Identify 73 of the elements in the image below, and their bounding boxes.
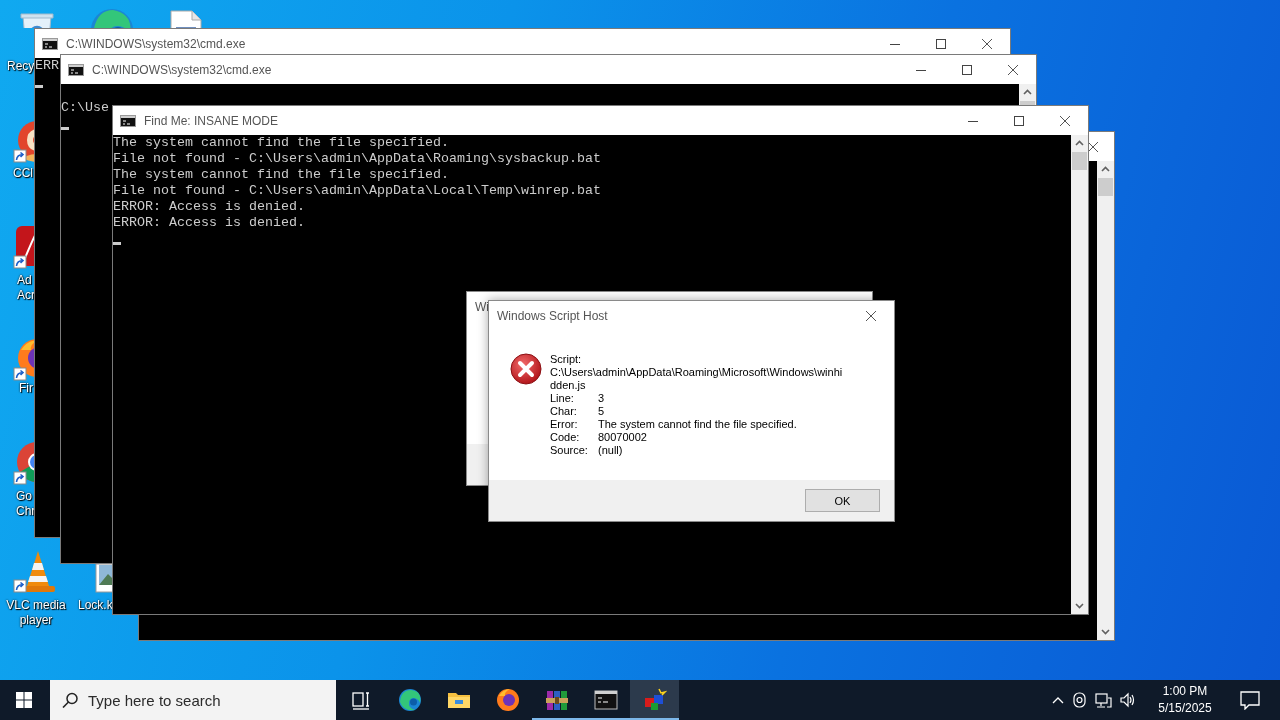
speaker-icon[interactable] (1120, 692, 1136, 708)
scroll-thumb[interactable] (1072, 152, 1087, 170)
maximize-icon[interactable] (962, 64, 972, 75)
browser-icon[interactable] (397, 688, 422, 712)
terminal-icon[interactable] (593, 688, 618, 712)
field-label: Source: (550, 444, 589, 457)
window-title: Find Me: INSANE MODE (144, 113, 279, 128)
console-icon (120, 114, 136, 127)
clock-time[interactable]: 1:00 PM (1162, 683, 1208, 700)
image-file-icon[interactable] (94, 564, 112, 594)
console-line: ERROR: Access is denied. (113, 199, 305, 215)
ok-button[interactable]: OK (805, 489, 880, 512)
close-icon[interactable] (1060, 115, 1070, 126)
field-label: Line: (550, 392, 575, 405)
icon-label: Acr (17, 288, 35, 303)
console-line: The system cannot find the file specified. (113, 167, 449, 183)
maximize-icon[interactable] (1014, 115, 1024, 126)
console-line: File not found - C:\Users\admin\AppData\Local\Temp\winrep.bat (113, 183, 601, 199)
close-icon[interactable] (866, 310, 876, 321)
cubes-icon[interactable] (642, 688, 667, 712)
network-icon[interactable] (1095, 692, 1112, 708)
icon-label: Recy (7, 59, 35, 74)
scroll-thumb[interactable] (1098, 178, 1113, 196)
maximize-icon[interactable] (936, 38, 946, 49)
dialog-title: Windows Script Host (497, 308, 608, 323)
field-value: The system cannot find the file specified. (598, 418, 797, 431)
field-value: 5 (598, 405, 605, 418)
pdf-app-icon[interactable] (13, 224, 34, 270)
console-line: File not found - C:\Users\admin\AppData\Roaming\sysbackup.bat (113, 151, 601, 167)
console-line: ERR (35, 58, 59, 74)
device-icon[interactable] (1072, 692, 1087, 708)
window-title: C:\WINDOWS\system32\cmd.exe (92, 62, 272, 77)
scrollbar[interactable] (1071, 135, 1088, 614)
clock-date[interactable]: 5/15/2025 (1158, 700, 1212, 717)
window-title: C:\WINDOWS\system32\cmd.exe (66, 36, 246, 51)
field-label: Code: (550, 431, 581, 444)
icon-label: CCl (13, 166, 33, 181)
field-value: (null) (598, 444, 623, 457)
close-icon[interactable] (1088, 141, 1098, 152)
console-line: ERROR: Access is denied. (113, 215, 305, 231)
browser-icon[interactable] (495, 688, 520, 712)
field-label: Error: (550, 418, 579, 431)
icon-label: Chr (16, 504, 36, 519)
icon-label: Go (16, 489, 33, 504)
document-icon[interactable] (168, 9, 204, 28)
console-line: The system cannot find the file specified. (113, 135, 449, 151)
field-value: C:\Users\admin\AppData\Roaming\Microsoft\Windows\winhidden.js (550, 366, 844, 392)
field-value: 80070002 (598, 431, 647, 444)
field-label: Char: (550, 405, 578, 418)
console-icon (68, 63, 84, 76)
scrollbar[interactable] (1097, 161, 1114, 640)
task-view-icon[interactable] (351, 690, 370, 710)
scroll-thumb[interactable] (1020, 101, 1035, 105)
field-label: Script: (550, 353, 583, 366)
app-button[interactable] (630, 680, 679, 720)
field-value: 3 (598, 392, 605, 405)
books-icon[interactable] (544, 688, 569, 712)
close-icon[interactable] (982, 38, 992, 49)
icon-label: player (18, 613, 54, 628)
chevron-up-icon[interactable] (1052, 695, 1064, 705)
icon-label: Lock.k (78, 598, 113, 613)
search-field[interactable]: Type here to search (50, 680, 336, 720)
error-icon (510, 353, 542, 385)
icon-label: Ad (17, 273, 33, 288)
dialog-title: Wi (475, 299, 489, 314)
notification-icon[interactable] (1240, 690, 1260, 710)
icon-label: Fir (19, 381, 33, 396)
icon-label: VLC media (5, 598, 67, 613)
close-icon[interactable] (1008, 64, 1018, 75)
console-icon (42, 37, 58, 50)
search-icon (62, 692, 78, 708)
scrollbar[interactable] (1019, 84, 1036, 105)
console-line: C:\Use (61, 100, 109, 116)
